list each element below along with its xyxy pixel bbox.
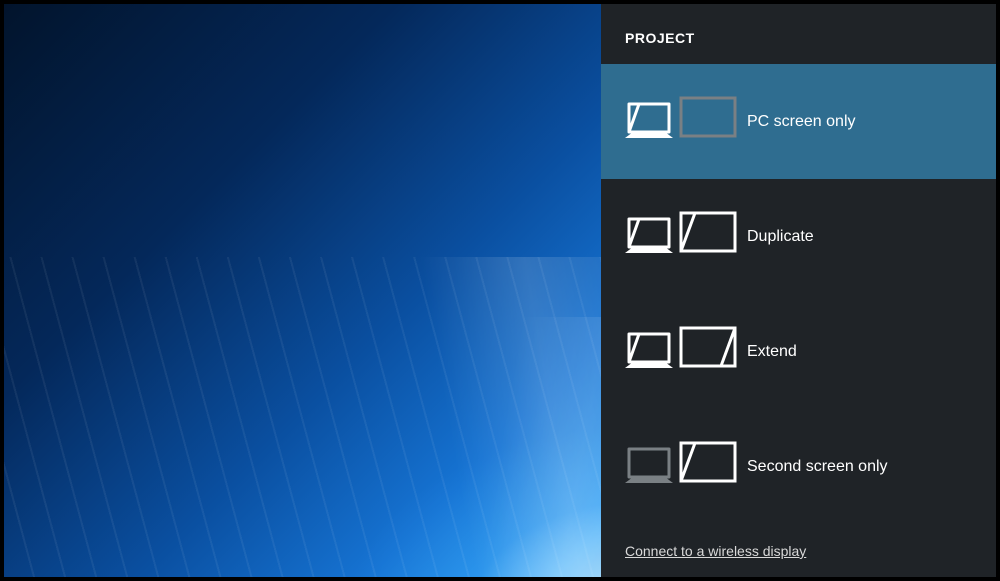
panel-title: PROJECT — [601, 4, 996, 64]
pc-screen-only-icon — [621, 94, 741, 149]
project-flyout-panel: PROJECT PC screen only — [601, 4, 996, 577]
option-label: Second screen only — [747, 458, 888, 476]
duplicate-icon — [621, 209, 741, 264]
second-screen-only-icon — [621, 439, 741, 494]
option-label: PC screen only — [747, 113, 856, 131]
option-duplicate[interactable]: Duplicate — [601, 179, 996, 294]
connect-wireless-display-link[interactable]: Connect to a wireless display — [601, 543, 996, 577]
option-extend[interactable]: Extend — [601, 294, 996, 409]
option-second-screen-only[interactable]: Second screen only — [601, 409, 996, 524]
option-pc-screen-only[interactable]: PC screen only — [601, 64, 996, 179]
project-options-list: PC screen only Duplicate — [601, 64, 996, 524]
option-label: Duplicate — [747, 228, 814, 246]
extend-icon — [621, 324, 741, 379]
option-label: Extend — [747, 343, 797, 361]
